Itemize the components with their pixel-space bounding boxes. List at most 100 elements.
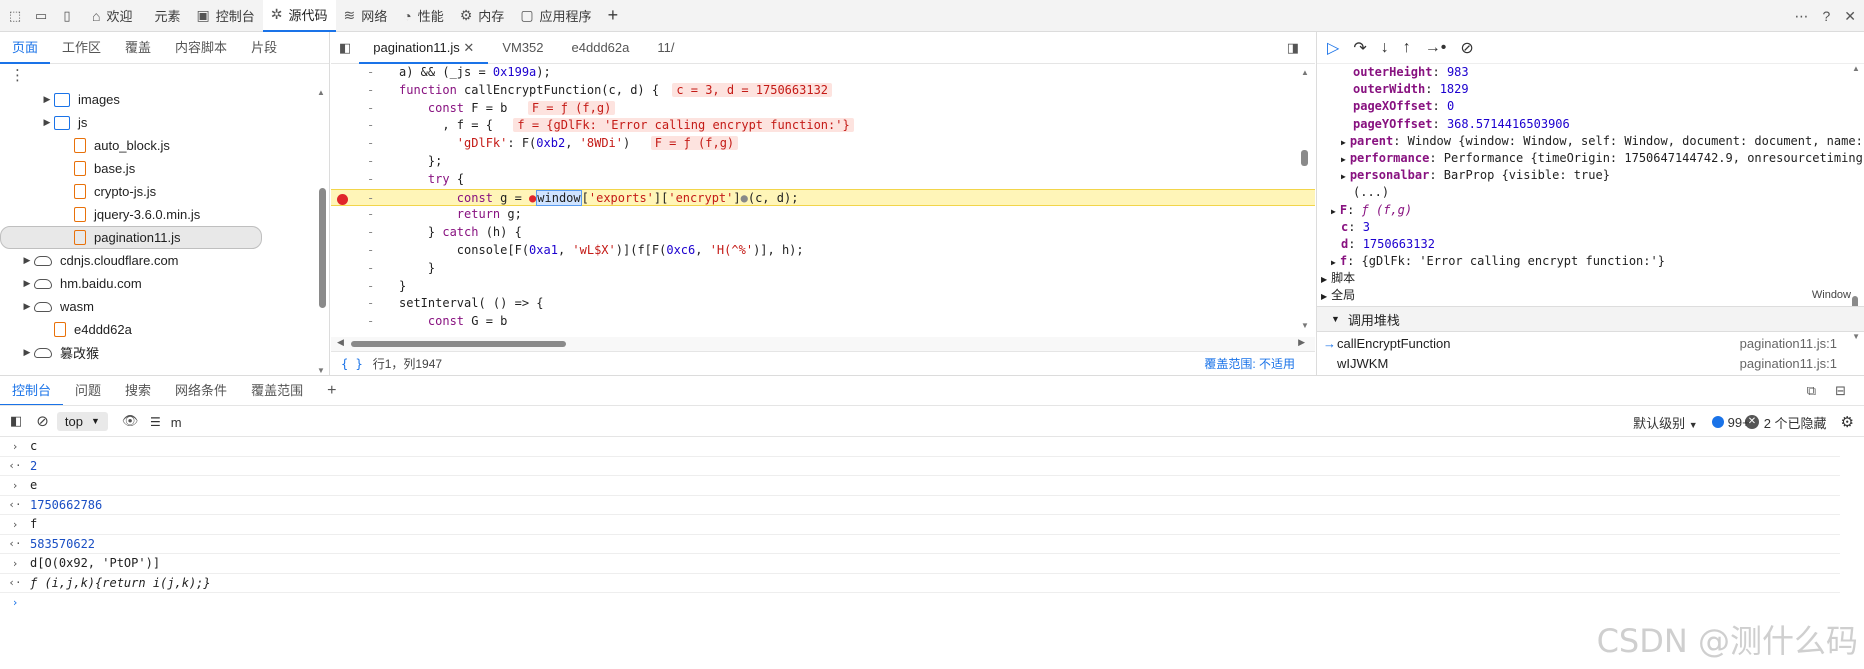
scope-section[interactable]: ▶ 脚本 [1317, 270, 1864, 287]
tree-item[interactable]: ▶ cdnjs.cloudflare.com [0, 249, 329, 272]
step-into-icon[interactable]: ↓ [1381, 39, 1389, 57]
scope-property[interactable]: ▶ personalbar: BarProp {visible: true} [1317, 167, 1864, 184]
help-icon[interactable]: ? [1822, 8, 1830, 24]
tab-gauge[interactable]: ◔ 性能 [395, 0, 451, 32]
code-line[interactable]: - const G = b [331, 313, 1315, 331]
drawer-tab[interactable]: 搜索 [113, 376, 163, 406]
tree-item[interactable]: pagination11.js [0, 226, 262, 249]
console-message[interactable]: ‹· ƒ (i,j,k){return i(j,k);} [0, 574, 1840, 593]
console-message[interactable]: › c [0, 437, 1840, 457]
call-frame-location[interactable]: pagination11.js:1 [1740, 356, 1837, 371]
code-line[interactable]: - , f = { f = {gDlFk: 'Error calling enc… [331, 117, 1315, 135]
navigator-tab[interactable]: 工作区 [50, 32, 113, 64]
call-frame-location[interactable]: pagination11.js:1 [1740, 336, 1837, 351]
console-message[interactable]: ‹· 2 [0, 457, 1840, 476]
code-line[interactable]: - const F = b F = ƒ (f,g) [331, 100, 1315, 118]
close-icon[interactable]: ✕ [1844, 8, 1856, 25]
tree-item[interactable]: auto_block.js [0, 134, 329, 157]
tree-item[interactable]: jquery-3.6.0.min.js [0, 203, 329, 226]
scope-property[interactable]: pageXOffset: 0 [1317, 98, 1864, 115]
line-gutter[interactable]: - [367, 313, 374, 331]
scope-section[interactable]: ▶ 全局 Window [1317, 287, 1864, 304]
tab-memory[interactable]: ⚙ 内存 [452, 0, 513, 32]
hidden-count[interactable]: 2 个已隐藏 [1764, 413, 1827, 432]
expand-arrow-icon[interactable]: ▶ [1341, 172, 1346, 181]
editor-tab[interactable]: 11/ [643, 32, 688, 64]
close-drawer-icon[interactable]: ⊟ [1823, 376, 1858, 406]
line-gutter[interactable]: - [367, 278, 374, 296]
expand-arrow-icon[interactable]: ▶ [1321, 275, 1327, 284]
drawer-tab[interactable]: 覆盖范围 [239, 376, 315, 406]
toggle-debugger-icon[interactable]: ◨ [1287, 40, 1299, 56]
code-view[interactable]: - a) && (_js = 0x199a); - function callEncr… [331, 64, 1315, 337]
code-line[interactable]: -} [331, 278, 1315, 296]
code-line[interactable]: - } catch (h) { [331, 224, 1315, 242]
code-line[interactable]: - const g = ●window['exports']['encrypt'… [331, 188, 1315, 208]
call-frame[interactable]: → callEncryptFunction pagination11.js:1 [1317, 332, 1864, 354]
tree-item[interactable]: base.js [0, 157, 329, 180]
expand-arrow-icon[interactable]: ▶ [1331, 207, 1336, 216]
expand-arrow-icon[interactable]: ▶ [1331, 258, 1336, 267]
expand-arrow-icon[interactable]: ▶ [20, 278, 34, 289]
tree-item[interactable]: crypto-js.js [0, 180, 329, 203]
drawer-tab[interactable]: 问题 [63, 376, 113, 406]
expand-arrow-icon[interactable]: ▶ [40, 117, 54, 128]
scope-property[interactable]: ▶ F: ƒ (f,g) [1317, 202, 1864, 219]
code-line[interactable]: - }; [331, 153, 1315, 171]
navigator-tab[interactable]: 内容脚本 [163, 32, 239, 64]
expand-arrow-icon[interactable]: ▶ [40, 94, 54, 105]
live-expression-icon[interactable]: 👁 [122, 413, 139, 429]
line-gutter[interactable]: - [367, 190, 374, 208]
tree-item[interactable]: ▶ images [0, 88, 329, 111]
tree-item[interactable]: ▶ 篡改猴 [0, 341, 329, 364]
tree-item[interactable]: e4ddd62a [0, 318, 329, 341]
console-message[interactable]: › d[O(0x92, 'PtOP')] [0, 554, 1840, 574]
message-count-badge[interactable]: 99+ [1711, 415, 1750, 430]
line-gutter[interactable]: - [367, 242, 374, 260]
scope-property[interactable]: c: 3 [1317, 219, 1864, 236]
line-gutter[interactable]: - [367, 260, 374, 278]
tree-item[interactable]: ▶ wasm [0, 295, 329, 318]
pretty-print-button[interactable]: { } [341, 357, 363, 371]
expand-arrow-icon[interactable]: ▶ [20, 347, 34, 358]
add-tool-button[interactable]: + [600, 0, 627, 32]
navigator-tab[interactable]: 覆盖 [113, 32, 163, 64]
code-line[interactable]: - try { [331, 171, 1315, 189]
editor-tab[interactable]: e4ddd62a [558, 32, 644, 64]
expand-arrow-icon[interactable]: ▶ [1321, 292, 1327, 301]
step-over-icon[interactable]: ↷ [1353, 38, 1366, 58]
editor-tab[interactable]: VM352 [488, 32, 557, 64]
code-line[interactable]: - console[F(0xa1, 'wL$X')](f[F(0xc6, 'H(… [331, 242, 1315, 260]
scope-property[interactable]: outerWidth: 1829 [1317, 81, 1864, 98]
scope-property[interactable]: pageYOffset: 368.5714416503906 [1317, 116, 1864, 133]
more-options-icon[interactable]: ⋮ [0, 64, 329, 88]
clear-console-icon[interactable]: ⊘ [36, 412, 49, 430]
console-message[interactable]: ‹· 583570622 [0, 535, 1840, 554]
editor-tab[interactable]: pagination11.js ✕ [359, 32, 489, 64]
console-message[interactable]: › [0, 593, 1840, 613]
step-icon[interactable]: →• [1425, 39, 1447, 57]
navigator-tab[interactable]: 页面 [0, 32, 51, 64]
tab-home[interactable]: ⌂ 欢迎 [84, 0, 140, 32]
code-line[interactable]: - a) && (_js = 0x199a); [331, 64, 1315, 82]
code-line[interactable]: - 'gDlFk': F(0xb2, '8WDi') F = ƒ (f,g) [331, 135, 1315, 153]
context-selector[interactable]: top ▼ [56, 411, 108, 431]
coverage-link[interactable]: 覆盖范围: 不适用 [1204, 355, 1295, 372]
tree-item[interactable]: ▶ js [0, 111, 329, 134]
line-gutter[interactable]: - [367, 135, 374, 153]
expand-arrow-icon[interactable]: ▶ [1341, 138, 1346, 147]
tab-app[interactable]: ▢ 应用程序 [512, 0, 599, 32]
expand-arrow-icon[interactable]: ▶ [20, 301, 34, 312]
expand-arrow-icon[interactable]: ▶ [1341, 155, 1346, 164]
code-line[interactable]: - return g; [331, 206, 1315, 224]
expand-arrow-icon[interactable]: ▶ [20, 255, 34, 266]
call-frame[interactable]: wIJWKM pagination11.js:1 [1317, 352, 1864, 374]
call-stack-header[interactable]: ▼ 调用堆栈 [1317, 306, 1864, 332]
code-line[interactable]: - } [331, 260, 1315, 278]
line-gutter[interactable]: - [367, 171, 374, 189]
editor-hscrollbar[interactable]: ◀ ▶ [331, 337, 1315, 351]
tab-console[interactable]: ▣ 控制台 [189, 0, 263, 32]
tree-item[interactable]: ▶ hm.baidu.com [0, 272, 329, 295]
console-sidebar-icon[interactable]: ◧ [10, 413, 22, 429]
code-line[interactable]: - function callEncryptFunction(c, d) { c … [331, 82, 1315, 100]
